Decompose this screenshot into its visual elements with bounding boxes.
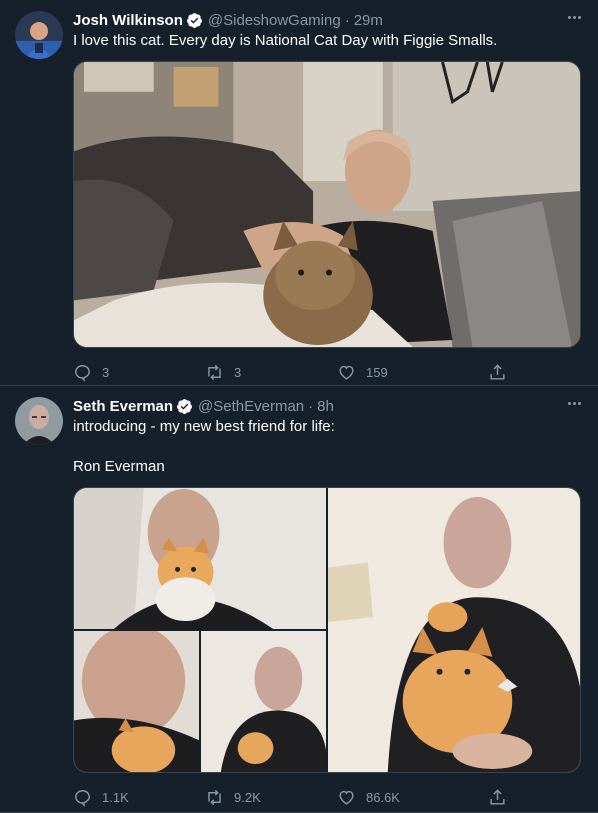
like-button[interactable]: 86.6K xyxy=(337,788,469,807)
reply-icon xyxy=(75,789,90,807)
heart-icon xyxy=(339,365,354,380)
tweet[interactable]: Josh Wilkinson @SideshowGaming · 29m I l… xyxy=(0,0,598,386)
heart-icon xyxy=(339,790,354,805)
more-options-icon[interactable] xyxy=(564,12,584,22)
display-name[interactable]: Josh Wilkinson xyxy=(73,12,183,29)
reply-count: 3 xyxy=(102,364,110,380)
tweet-header: Seth Everman @SethEverman · 8h xyxy=(73,396,582,416)
like-button[interactable]: 159 xyxy=(337,363,469,382)
separator: · xyxy=(344,11,350,29)
retweet-button[interactable]: 3 xyxy=(205,363,337,382)
separator: · xyxy=(308,397,314,415)
man-on-couch-with-cat-photo xyxy=(74,62,580,347)
retweet-count: 3 xyxy=(234,364,242,380)
man-with-kitten-photo xyxy=(74,488,326,629)
tweet-text: introducing - my new best friend for lif… xyxy=(73,417,582,477)
verified-badge-icon xyxy=(186,12,202,28)
like-count: 86.6K xyxy=(366,789,400,805)
tweet[interactable]: Seth Everman @SethEverman · 8h introduci… xyxy=(0,386,598,813)
timestamp[interactable]: 8h xyxy=(317,398,334,415)
tweet-text: I love this cat. Every day is National C… xyxy=(73,32,498,49)
share-icon xyxy=(490,363,505,380)
retweet-icon xyxy=(208,364,221,380)
handle[interactable]: @SideshowGaming xyxy=(208,12,341,29)
tweet-photo[interactable] xyxy=(74,631,199,772)
tweet-text-line: Ron Everman xyxy=(73,458,165,475)
reply-button[interactable]: 1.1K xyxy=(73,788,205,807)
timestamp[interactable]: 29m xyxy=(354,12,383,29)
tweet-photo[interactable] xyxy=(328,488,580,772)
man-frowning-with-cat-photo xyxy=(201,631,326,772)
reply-count: 1.1K xyxy=(102,789,129,805)
tweet-actions: 3 3 159 xyxy=(73,355,582,389)
reply-icon xyxy=(75,364,90,382)
man-kissing-cat-photo xyxy=(74,631,199,772)
share-button[interactable] xyxy=(488,788,507,807)
tweet-photo[interactable] xyxy=(201,631,326,772)
tweet-photo-grid xyxy=(73,487,581,773)
display-name[interactable]: Seth Everman xyxy=(73,398,173,415)
like-count: 159 xyxy=(366,364,388,380)
tweet-photo[interactable] xyxy=(73,61,581,348)
retweet-count: 9.2K xyxy=(234,789,261,805)
avatar-image xyxy=(15,397,63,445)
retweet-button[interactable]: 9.2K xyxy=(205,788,337,807)
avatar[interactable] xyxy=(15,11,63,59)
tweet-actions: 1.1K 9.2K 86.6K xyxy=(73,780,582,813)
tweet-header: Josh Wilkinson @SideshowGaming · 29m xyxy=(73,10,582,30)
reply-button[interactable]: 3 xyxy=(73,363,205,382)
share-icon xyxy=(490,788,505,805)
avatar[interactable] xyxy=(15,397,63,445)
tweet-photo-pair xyxy=(74,631,326,772)
retweet-icon xyxy=(208,789,221,805)
more-options-icon[interactable] xyxy=(564,398,584,408)
man-holding-cat-photo xyxy=(328,488,580,772)
handle[interactable]: @SethEverman xyxy=(198,398,304,415)
timeline-feed: Josh Wilkinson @SideshowGaming · 29m I l… xyxy=(0,0,598,813)
avatar-image xyxy=(15,11,63,59)
share-button[interactable] xyxy=(488,363,507,382)
verified-badge-icon xyxy=(177,398,192,414)
tweet-photo[interactable] xyxy=(74,488,326,629)
tweet-text-line: introducing - my new best friend for lif… xyxy=(73,418,335,435)
